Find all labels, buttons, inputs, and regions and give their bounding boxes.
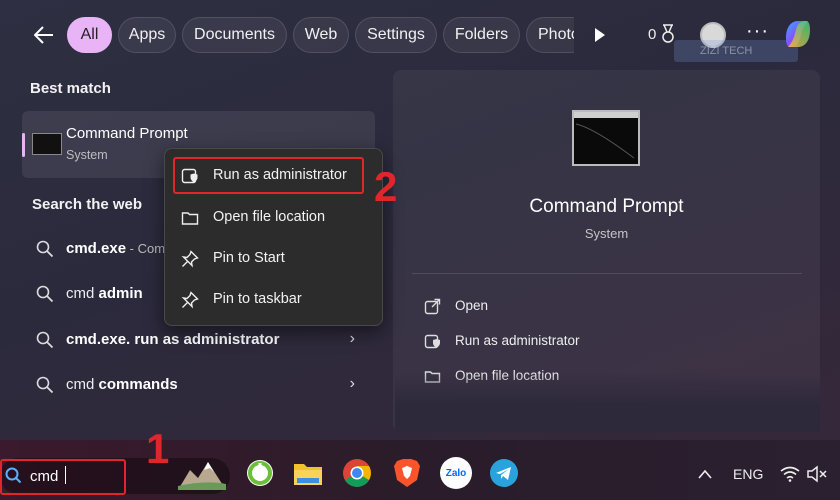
filter-chip-folders[interactable]: Folders	[443, 17, 520, 53]
command-prompt-icon	[32, 133, 62, 155]
play-icon	[595, 28, 605, 42]
filter-chip-settings[interactable]: Settings	[355, 17, 437, 53]
web-result-prefix: cmd	[66, 376, 99, 393]
search-top-bar: All Apps Documents Web Settings Folders …	[0, 0, 840, 70]
back-button[interactable]	[30, 20, 58, 50]
taskbar-zalo[interactable]: Zalo	[440, 457, 472, 489]
preview-fade	[395, 372, 820, 432]
rewards-indicator[interactable]: 0	[648, 24, 676, 44]
chevron-up-icon[interactable]	[697, 468, 713, 480]
brave-icon	[394, 459, 420, 487]
search-icon	[36, 240, 54, 258]
context-item-label: Pin to Start	[213, 250, 285, 266]
taskbar-file-explorer[interactable]	[292, 457, 324, 489]
language-indicator[interactable]: ENG	[733, 466, 763, 482]
web-result-prefix: cmd	[66, 285, 99, 302]
filter-chip-all[interactable]: All	[67, 17, 112, 53]
preview-action-label: Run as administrator	[455, 333, 580, 348]
folder-icon	[294, 464, 322, 485]
web-result-bold: cmd.exe	[66, 240, 127, 257]
search-web-heading: Search the web	[32, 196, 143, 213]
taskbar-chrome[interactable]	[341, 457, 373, 489]
copilot-button[interactable]	[780, 16, 816, 52]
chevron-right-icon[interactable]: ›	[350, 330, 355, 348]
preview-subtitle: System	[584, 226, 629, 241]
preview-title: Command Prompt	[529, 196, 684, 217]
back-arrow-icon	[34, 26, 53, 44]
context-pin-to-start[interactable]: Pin to Start	[171, 240, 378, 278]
search-highlight	[0, 459, 126, 495]
pin-icon	[181, 250, 199, 268]
web-result-row[interactable]: cmd commands ›	[22, 364, 375, 406]
web-result-bold: commands	[98, 376, 178, 393]
filter-chip-documents[interactable]: Documents	[182, 17, 287, 53]
copilot-icon	[786, 21, 810, 47]
telegram-icon	[490, 459, 518, 487]
taskbar-telegram[interactable]	[488, 457, 520, 489]
context-pin-to-taskbar[interactable]: Pin to taskbar	[171, 281, 378, 319]
command-prompt-large-icon	[572, 110, 640, 166]
shield-icon	[424, 334, 440, 349]
volume-muted-icon[interactable]	[806, 465, 828, 483]
scroll-filters-button[interactable]	[588, 24, 610, 46]
chrome-icon	[343, 459, 371, 487]
context-item-label: Open file location	[213, 209, 326, 225]
best-match-title: Command Prompt	[66, 125, 188, 142]
run-as-admin-highlight	[173, 157, 364, 194]
web-result-bold: admin	[98, 285, 143, 302]
filter-chip-photos[interactable]: Photo	[526, 17, 574, 53]
preview-divider	[412, 273, 802, 274]
search-icon	[36, 285, 54, 303]
wifi-icon[interactable]	[780, 466, 800, 482]
best-match-heading: Best match	[30, 80, 111, 97]
selection-indicator	[22, 133, 25, 157]
filter-chip-web[interactable]: Web	[293, 17, 349, 53]
rewards-count: 0	[648, 25, 657, 43]
web-result-suffix: - Com	[126, 241, 166, 256]
zalo-label: Zalo	[445, 467, 467, 479]
cleaner-app-icon	[247, 460, 273, 486]
preview-action-open[interactable]: Open	[412, 292, 802, 322]
best-match-subtitle: System	[66, 148, 108, 162]
web-result-bold: cmd.exe. run as administrator	[66, 331, 280, 348]
search-icon	[36, 376, 54, 394]
step-2-label: 2	[374, 163, 398, 210]
context-item-label: Pin to taskbar	[213, 291, 302, 307]
more-options-button[interactable]: ···	[746, 20, 769, 43]
mountain-search-highlight-icon	[178, 462, 226, 490]
chevron-right-icon[interactable]: ›	[350, 375, 355, 393]
folder-icon	[181, 212, 199, 225]
preview-action-run-admin[interactable]: Run as administrator	[412, 327, 802, 357]
pin-icon	[181, 291, 199, 309]
open-external-icon	[424, 298, 441, 315]
search-icon	[36, 331, 54, 349]
taskbar-app-icon[interactable]	[244, 457, 276, 489]
taskbar-brave[interactable]	[391, 457, 423, 489]
filter-chip-apps[interactable]: Apps	[118, 17, 176, 53]
context-open-file-location[interactable]: Open file location	[171, 199, 378, 237]
preview-action-label: Open	[455, 298, 489, 313]
step-1-label: 1	[146, 425, 170, 472]
